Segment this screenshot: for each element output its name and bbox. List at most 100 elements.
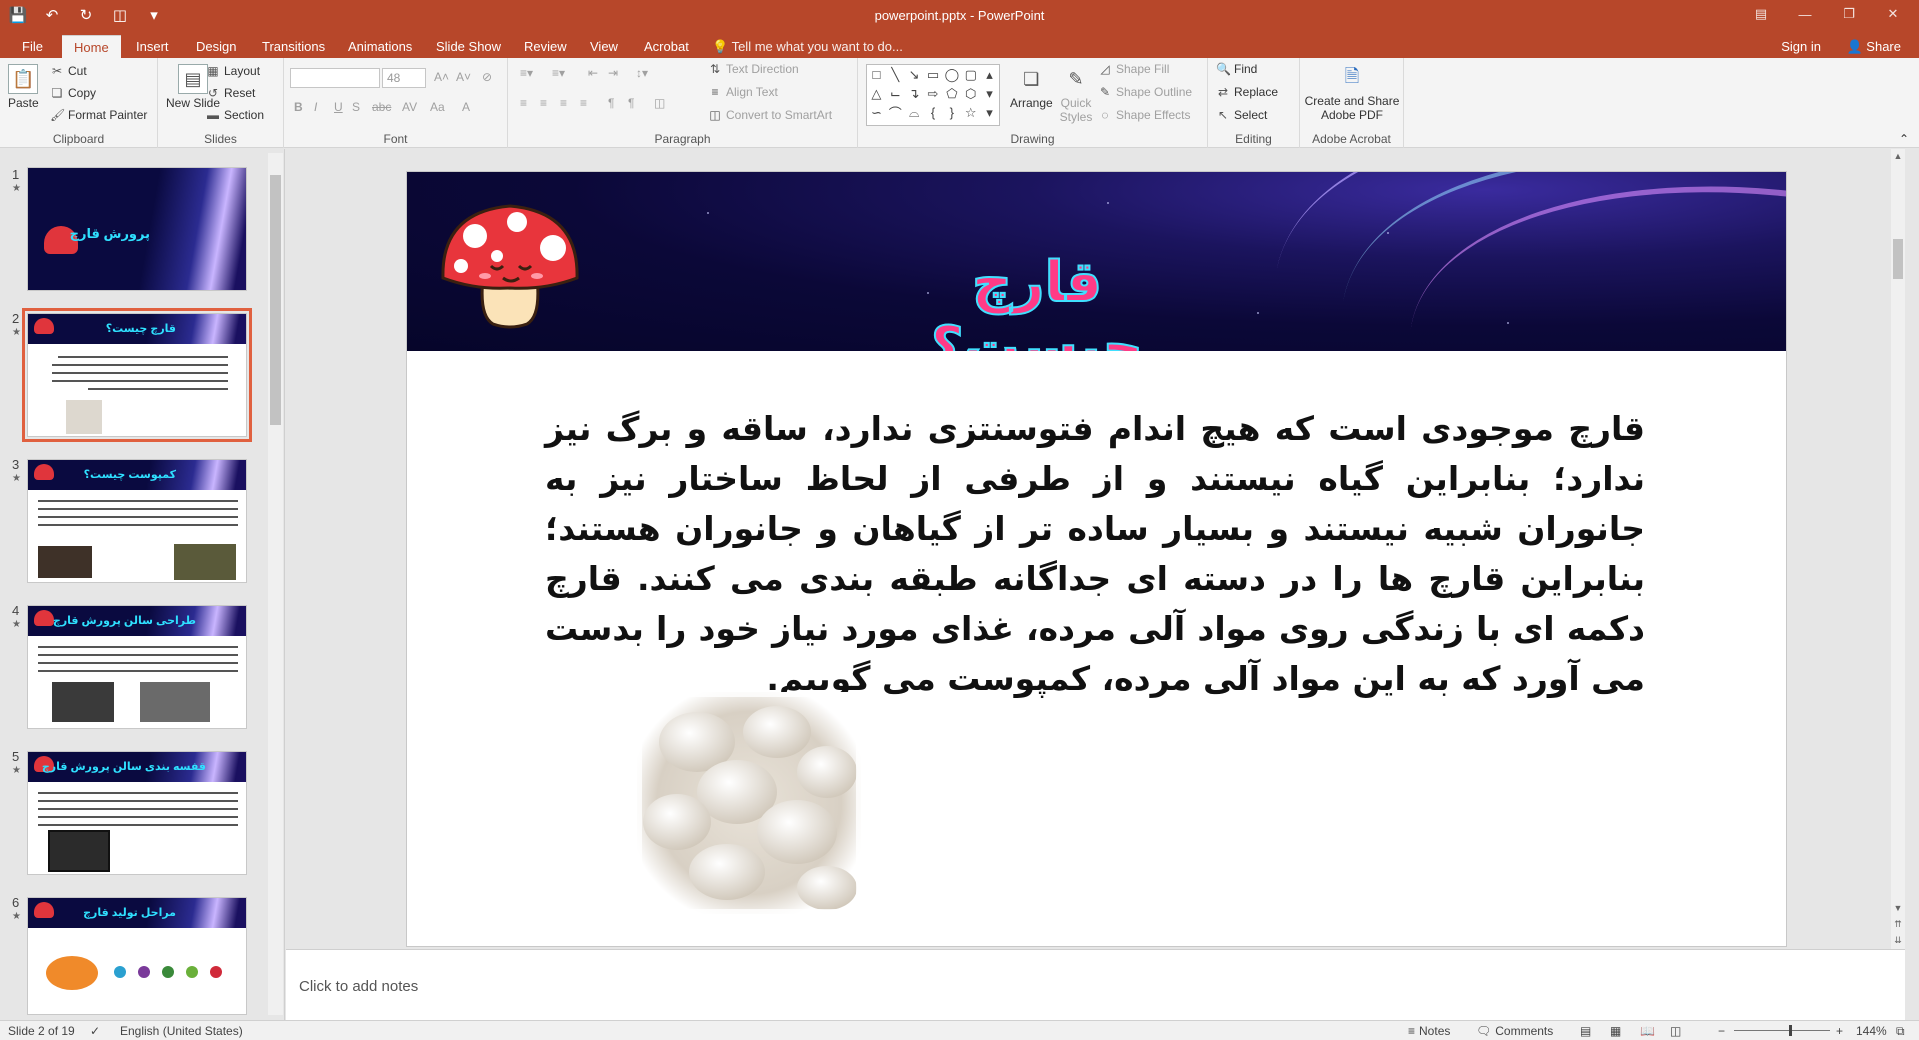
select-button[interactable]: ↖ Select: [1216, 108, 1267, 122]
reading-view-icon[interactable]: 📖: [1640, 1024, 1655, 1038]
ribbon-display-options-icon[interactable]: ▤: [1741, 2, 1781, 26]
bullets-icon[interactable]: ≡▾: [520, 66, 533, 80]
tab-acrobat[interactable]: Acrobat: [632, 35, 701, 58]
strikethrough-icon[interactable]: abc: [372, 100, 391, 114]
slide-thumbnail-2[interactable]: قارچ چیست؟: [22, 308, 252, 442]
tab-animations[interactable]: Animations: [336, 35, 424, 58]
paste-button[interactable]: 📋 Paste: [8, 64, 39, 110]
tab-file[interactable]: File: [10, 35, 55, 58]
elbow-arrow-icon[interactable]: ↴: [909, 86, 920, 102]
slide-title[interactable]: قارچ چیست؟: [867, 249, 1207, 351]
slide-thumbnail-5[interactable]: قفسه بندی سالن پرورش قارچ: [27, 751, 247, 875]
create-share-pdf-button[interactable]: 🗎 Create and Share Adobe PDF: [1305, 64, 1400, 122]
columns-icon[interactable]: ◫: [654, 96, 665, 110]
sign-in-link[interactable]: Sign in: [1781, 35, 1821, 58]
replace-button[interactable]: ⇄ Replace: [1216, 85, 1278, 99]
arrow-line-shape-icon[interactable]: ↘: [909, 67, 920, 83]
align-left-icon[interactable]: ≡: [520, 96, 527, 110]
line-shape-icon[interactable]: ╲: [891, 67, 899, 83]
slide-scroll-thumb[interactable]: [1893, 239, 1903, 279]
scroll-down-icon[interactable]: ▼: [1891, 903, 1905, 913]
align-right-icon[interactable]: ≡: [560, 96, 567, 110]
font-size-combo[interactable]: 48: [382, 68, 426, 88]
zoom-slider-track[interactable]: [1734, 1030, 1830, 1031]
arrange-button[interactable]: ❏ Arrange: [1010, 64, 1053, 111]
grow-font-icon[interactable]: A˄: [434, 70, 449, 84]
shapes-gallery[interactable]: □ ╲ ↘ ▭ ◯ ▢ ▴ △ ⌙ ↴ ⇨ ⬠ ⬡ ▾ ∽ ⌒ ⌓ { } ☆ …: [866, 64, 1000, 126]
slide-thumbnail-1[interactable]: پرورش قارچ: [27, 167, 247, 291]
clear-formatting-icon[interactable]: ⊘: [482, 70, 492, 84]
elbow-connector-icon[interactable]: ⌙: [890, 86, 901, 102]
character-spacing-icon[interactable]: AV: [402, 100, 417, 114]
right-arrow-shape-icon[interactable]: ⇨: [928, 86, 939, 102]
slide-canvas[interactable]: قارچ چیست؟ قارچ موجودی است که هیچ اندام …: [406, 171, 1787, 947]
gallery-up-icon[interactable]: ▴: [986, 67, 993, 83]
tab-design[interactable]: Design: [184, 35, 248, 58]
share-button[interactable]: 👤 Share: [1846, 35, 1901, 58]
zoom-out-icon[interactable]: −: [1718, 1024, 1725, 1038]
shadow-icon[interactable]: S: [352, 100, 360, 114]
mushrooms-photo[interactable]: [637, 692, 861, 914]
shape-fill-button[interactable]: ◿ Shape Fill: [1098, 62, 1169, 76]
ltr-icon[interactable]: ¶: [628, 96, 634, 110]
rounded-rect-shape-icon[interactable]: ▢: [965, 67, 977, 83]
slide-show-icon[interactable]: ◫: [1670, 1024, 1681, 1038]
justify-icon[interactable]: ≡: [580, 96, 587, 110]
tab-transitions[interactable]: Transitions: [250, 35, 337, 58]
font-name-combo[interactable]: [290, 68, 380, 88]
comments-toggle[interactable]: 🗨 Comments: [1476, 1024, 1553, 1038]
close-icon[interactable]: ✕: [1873, 2, 1913, 26]
thumbnails-scrollbar[interactable]: [268, 153, 283, 1015]
shape-outline-button[interactable]: ✎ Shape Outline: [1098, 85, 1192, 99]
oval-shape-icon[interactable]: ◯: [945, 67, 960, 83]
format-painter-button[interactable]: 🖌 Format Painter: [50, 108, 147, 122]
thumbnails-scroll-thumb[interactable]: [270, 175, 281, 425]
spelling-icon[interactable]: ✓: [90, 1024, 100, 1038]
language-indicator[interactable]: English (United States): [120, 1024, 243, 1038]
align-center-icon[interactable]: ≡: [540, 96, 547, 110]
textbox-shape-icon[interactable]: □: [872, 67, 880, 82]
rectangle-shape-icon[interactable]: ▭: [927, 67, 939, 83]
numbering-icon[interactable]: ≡▾: [552, 66, 565, 80]
zoom-level[interactable]: 144%: [1856, 1024, 1887, 1038]
text-direction-button[interactable]: ⇅ Text Direction: [708, 62, 799, 76]
right-brace-icon[interactable]: }: [950, 105, 954, 120]
left-brace-icon[interactable]: {: [931, 105, 935, 120]
tab-insert[interactable]: Insert: [124, 35, 181, 58]
slide-thumbnail-3[interactable]: کمپوست چیست؟: [27, 459, 247, 583]
freeform-shape-icon[interactable]: ⬡: [965, 86, 976, 102]
increase-indent-icon[interactable]: ⇥: [608, 66, 618, 80]
reset-button[interactable]: ↺ Reset: [206, 86, 255, 100]
notes-placeholder[interactable]: Click to add notes: [299, 978, 418, 995]
cut-button[interactable]: ✂ Cut: [50, 64, 87, 78]
arc2-shape-icon[interactable]: ⌓: [909, 105, 919, 121]
previous-slide-icon[interactable]: ⇈: [1891, 919, 1905, 930]
slide-vertical-scrollbar[interactable]: ▲ ▼ ⇈ ⇊: [1891, 149, 1905, 949]
layout-button[interactable]: ▦ Layout: [206, 64, 260, 78]
fit-to-window-icon[interactable]: ⧉: [1896, 1024, 1905, 1039]
notes-toggle[interactable]: ≡ Notes: [1408, 1024, 1450, 1038]
curve-shape-icon[interactable]: ∽: [871, 105, 882, 121]
shrink-font-icon[interactable]: A˅: [456, 70, 471, 84]
section-button[interactable]: ▬ Section: [206, 108, 264, 122]
decrease-indent-icon[interactable]: ⇤: [588, 66, 598, 80]
notes-pane[interactable]: Click to add notes: [286, 949, 1905, 1020]
pentagon-shape-icon[interactable]: ⬠: [946, 86, 957, 102]
tell-me-box[interactable]: 💡 Tell me what you want to do...: [712, 35, 903, 58]
slide-thumbnail-4[interactable]: طراحی سالن پرورش قارچ: [27, 605, 247, 729]
gallery-more-icon[interactable]: ▾: [986, 105, 993, 121]
underline-icon[interactable]: U: [334, 100, 343, 114]
tab-view[interactable]: View: [578, 35, 630, 58]
zoom-in-icon[interactable]: +: [1836, 1024, 1843, 1038]
next-slide-icon[interactable]: ⇊: [1891, 935, 1905, 946]
change-case-icon[interactable]: Aa: [430, 100, 445, 114]
tab-home[interactable]: Home: [62, 35, 121, 58]
zoom-slider-thumb[interactable]: [1789, 1025, 1792, 1036]
tab-review[interactable]: Review: [512, 35, 579, 58]
italic-icon[interactable]: I: [314, 100, 317, 114]
scroll-up-icon[interactable]: ▲: [1891, 151, 1905, 161]
align-text-button[interactable]: ≡ Align Text: [708, 85, 777, 99]
font-color-icon[interactable]: A: [462, 100, 470, 114]
minimize-icon[interactable]: —: [1785, 2, 1825, 26]
star-shape-icon[interactable]: ☆: [965, 105, 977, 121]
